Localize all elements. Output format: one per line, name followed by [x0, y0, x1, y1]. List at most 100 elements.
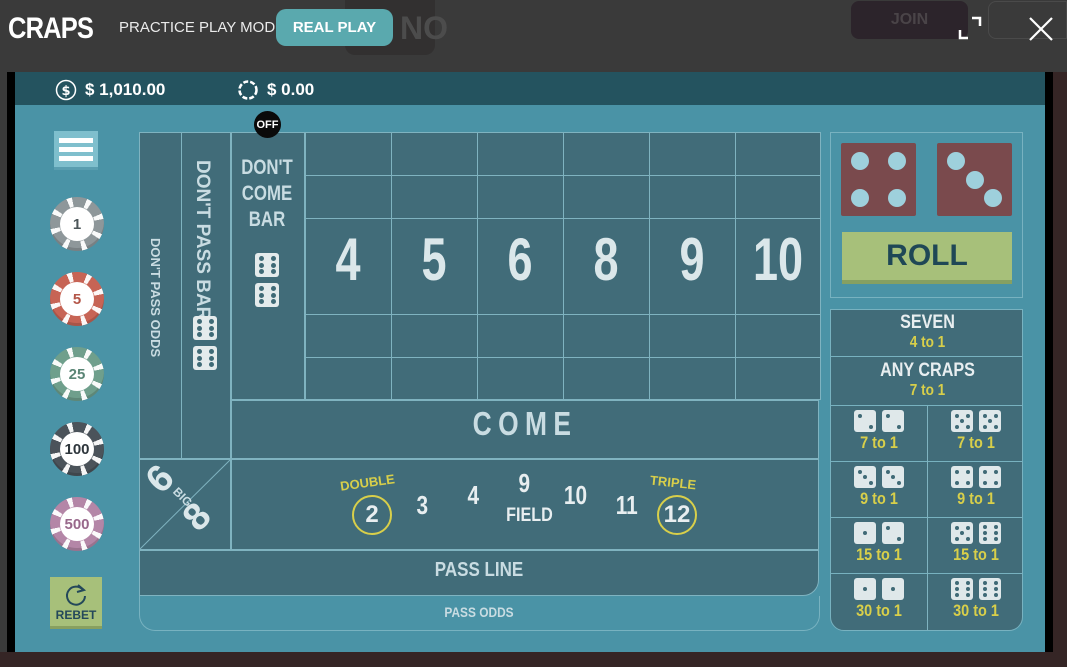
die-six-icon: [255, 283, 279, 307]
grid-line: [391, 357, 477, 358]
balance-value: $ 1,010.00: [85, 80, 166, 99]
top-bar: NO CRAPS PRACTICE PLAY MODE REAL PLAY JO…: [0, 0, 1067, 72]
die-6-icon: [951, 578, 973, 600]
die-pip: [863, 587, 867, 591]
die-pip: [888, 152, 907, 171]
prop-dice: [831, 522, 927, 544]
die-pip: [258, 292, 264, 298]
prop-dice: [928, 578, 1022, 600]
chip-value: 100: [60, 432, 94, 466]
dont-come-bar-line: COME: [241, 182, 293, 205]
prop-hard-4[interactable]: 7 to 1: [831, 406, 927, 462]
proposition-bets: SEVEN 4 to 1 ANY CRAPS 7 to 1 7 to 1 7 to…: [830, 309, 1023, 631]
die-pip: [868, 424, 873, 429]
die-pip: [960, 419, 964, 423]
die-pip: [208, 355, 214, 361]
die-pip: [857, 413, 862, 418]
hamburger-line: [59, 146, 93, 152]
grid-line: [477, 314, 563, 315]
dont-pass-odds-label: DON'T PASS ODDS: [148, 238, 163, 358]
die-pip: [270, 262, 276, 268]
die-pip: [954, 469, 959, 474]
die-six-icon: [193, 346, 217, 370]
chip-500[interactable]: 500: [50, 497, 104, 551]
die-pip: [196, 318, 202, 324]
die-pip: [885, 525, 890, 530]
prop-divider: [927, 406, 928, 630]
die-pip: [208, 348, 214, 354]
prop-odds: 7 to 1: [957, 433, 995, 452]
grid-line: [563, 357, 649, 358]
prop-ace-deuce[interactable]: 15 to 1: [831, 518, 927, 574]
die-pip: [208, 325, 214, 331]
prop-hard-6[interactable]: 9 to 1: [831, 462, 927, 518]
menu-button[interactable]: [54, 131, 98, 170]
point-number-5: 5: [421, 226, 447, 293]
grid-line: [477, 175, 563, 176]
die-pip: [258, 255, 264, 261]
die-pip: [954, 413, 959, 418]
die-pip: [982, 424, 987, 429]
logo-text: NO: [400, 10, 448, 46]
die-pip: [868, 480, 873, 485]
dont-pass-bar-dice: [193, 316, 217, 370]
die-pip: [993, 413, 998, 418]
prop-hard-10[interactable]: 7 to 1: [928, 406, 1022, 462]
field-number-11: 11: [615, 490, 638, 520]
grid-line: [735, 314, 821, 315]
prop-hard-8[interactable]: 9 to 1: [928, 462, 1022, 518]
fullscreen-icon[interactable]: [958, 16, 982, 40]
prop-odds: 30 to 1: [856, 601, 902, 620]
die-5-icon: [951, 410, 973, 432]
field-number-12: 12: [657, 495, 697, 535]
die-pip: [270, 255, 276, 261]
die-pip: [965, 170, 984, 189]
die-pip: [984, 188, 1003, 207]
join-button[interactable]: JOIN: [851, 1, 968, 39]
grid-line: [563, 218, 649, 219]
real-play-button[interactable]: REAL PLAY: [276, 9, 393, 46]
prop-odds: 9 to 1: [860, 489, 898, 508]
die-pip: [982, 524, 987, 529]
die-pip: [993, 537, 998, 542]
chip-1[interactable]: 1: [50, 197, 104, 251]
die-pip: [954, 536, 959, 541]
die-4-icon: [979, 466, 1001, 488]
field-label: FIELD: [506, 505, 553, 526]
die-pip: [965, 469, 970, 474]
dont-come-bar-line: BAR: [248, 208, 286, 231]
prop-dice: [928, 410, 1022, 432]
prop-snake-eyes[interactable]: 30 to 1: [831, 574, 927, 630]
pass-odds-label: PASS ODDS: [444, 604, 514, 620]
background-strip-bottom: [0, 652, 1067, 667]
field-number-2: 2: [352, 495, 392, 535]
balance-display: $ $ 1,010.00: [55, 79, 165, 101]
die-pip: [270, 285, 276, 291]
prop-seven[interactable]: SEVEN 4 to 1: [831, 310, 1022, 357]
die-pip: [863, 531, 867, 535]
close-icon[interactable]: [1028, 16, 1054, 42]
die-pip: [982, 593, 987, 598]
point-number-10: 10: [752, 226, 804, 293]
die-5-icon: [979, 410, 1001, 432]
rebet-button[interactable]: REBET: [50, 577, 102, 629]
prop-any-craps[interactable]: ANY CRAPS 7 to 1: [831, 357, 1022, 406]
chip-100[interactable]: 100: [50, 422, 104, 476]
prop-boxcars[interactable]: 30 to 1: [928, 574, 1022, 630]
chip-25[interactable]: 25: [50, 347, 104, 401]
die-pip: [954, 424, 959, 429]
die-1-icon: [854, 578, 876, 600]
die-pip: [982, 587, 987, 591]
grid-line: [305, 218, 391, 219]
prop-yo-eleven[interactable]: 15 to 1: [928, 518, 1022, 574]
roll-button[interactable]: ROLL: [842, 232, 1012, 284]
prop-dice: [928, 522, 1022, 544]
die-pip: [863, 475, 867, 479]
prop-seven-odds: 4 to 1: [909, 334, 946, 351]
grid-line: [649, 357, 735, 358]
chip-5[interactable]: 5: [50, 272, 104, 326]
prop-dice: [928, 466, 1022, 488]
die-pip: [896, 424, 901, 429]
die-pip: [270, 269, 276, 275]
grid-line: [735, 218, 821, 219]
